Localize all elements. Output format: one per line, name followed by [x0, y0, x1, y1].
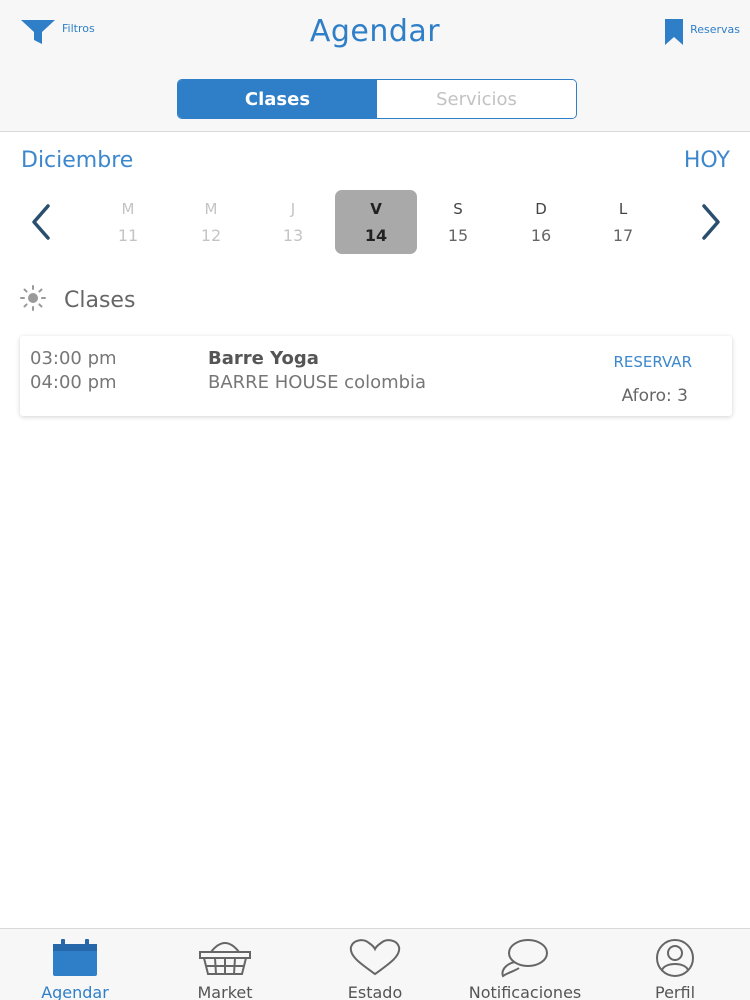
day-date: 11	[117, 226, 139, 245]
tab-label: Notificaciones	[468, 983, 582, 1000]
tab-agendar[interactable]: Agendar	[0, 929, 150, 1000]
reservations-button[interactable]: Reservas	[664, 18, 740, 50]
day-weekday: S	[453, 200, 463, 218]
tab-label: Market	[197, 983, 253, 1000]
day-weekday: J	[290, 200, 296, 218]
end-time: 04:00 pm	[30, 372, 117, 393]
heart-icon	[349, 939, 401, 976]
sun-icon	[20, 285, 46, 315]
start-time: 03:00 pm	[30, 348, 117, 369]
tab-label: Estado	[347, 983, 403, 1000]
day-11[interactable]: M 11	[87, 190, 169, 254]
previous-week-button[interactable]	[26, 202, 56, 242]
class-service-toggle: Clases Servicios	[177, 79, 577, 119]
day-date: 15	[447, 226, 469, 245]
tab-services[interactable]: Servicios	[377, 80, 576, 118]
day-weekday: L	[618, 200, 628, 218]
day-weekday: M	[204, 200, 218, 218]
chevron-right-icon	[702, 204, 720, 240]
day-15[interactable]: S 15	[417, 190, 499, 254]
page-title: Agendar	[309, 14, 441, 49]
class-location: BARRE HOUSE colombia	[208, 372, 427, 393]
day-14-selected[interactable]: V 14	[335, 190, 417, 254]
tab-classes[interactable]: Clases	[178, 80, 377, 118]
month-label: Diciembre	[21, 148, 134, 173]
tab-estado[interactable]: Estado	[300, 929, 450, 1000]
top-header: Filtros Agendar Reservas Clases Servicio…	[0, 0, 750, 132]
chevron-left-icon	[32, 204, 50, 240]
next-week-button[interactable]	[696, 202, 726, 242]
day-13[interactable]: J 13	[252, 190, 334, 254]
today-button[interactable]: HOY	[684, 148, 730, 173]
day-weekday: V	[370, 200, 382, 218]
day-weekday: M	[121, 200, 135, 218]
section-title: Clases	[64, 287, 136, 313]
tab-market[interactable]: Market	[150, 929, 300, 1000]
day-date: 17	[612, 226, 634, 245]
bottom-tab-bar: Agendar Market Estado Notificaciones Per…	[0, 928, 750, 1000]
reservations-label: Reservas	[690, 23, 740, 36]
reserve-button[interactable]: RESERVAR	[614, 353, 693, 371]
tab-perfil[interactable]: Perfil	[600, 929, 750, 1000]
class-card[interactable]: 03:00 pm 04:00 pm Barre Yoga BARRE HOUSE…	[20, 336, 732, 416]
day-date: 16	[530, 226, 552, 245]
day-date: 14	[364, 226, 388, 245]
calendar-icon	[53, 939, 97, 976]
day-17[interactable]: L 17	[582, 190, 664, 254]
day-16[interactable]: D 16	[500, 190, 582, 254]
tab-label: Agendar	[41, 983, 109, 1000]
section-header: Clases	[20, 285, 135, 315]
basket-icon	[199, 942, 251, 975]
day-weekday: D	[535, 200, 547, 218]
user-icon	[656, 939, 694, 977]
tab-label: Perfil	[654, 983, 696, 1000]
bookmark-icon	[664, 18, 684, 50]
day-12[interactable]: M 12	[170, 190, 252, 254]
class-name: Barre Yoga	[208, 348, 319, 369]
chat-icon	[501, 939, 548, 978]
day-date: 12	[200, 226, 222, 245]
day-date: 13	[282, 226, 304, 245]
tab-notificaciones[interactable]: Notificaciones	[450, 929, 600, 1000]
capacity-label: Aforo: 3	[621, 386, 688, 406]
